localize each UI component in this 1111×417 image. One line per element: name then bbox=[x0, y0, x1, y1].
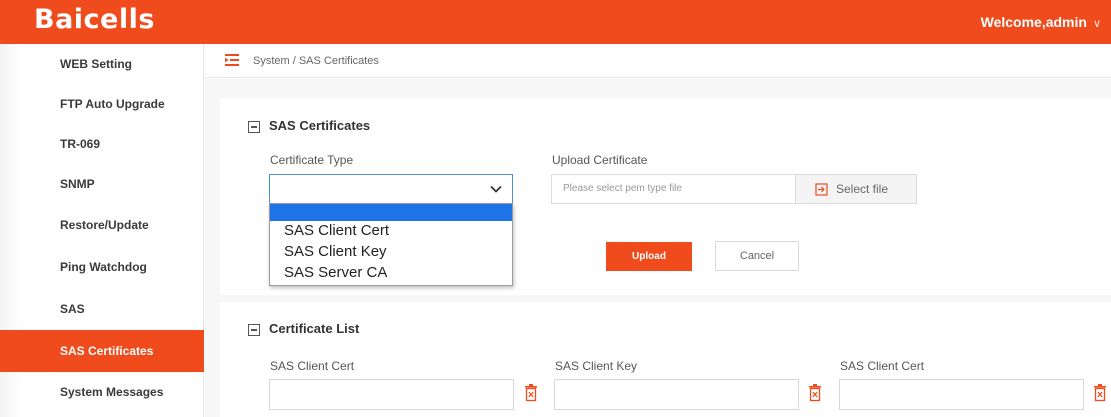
certificate-type-dropdown: SAS Client Cert SAS Client Key SAS Serve… bbox=[269, 203, 513, 286]
collapse-icon[interactable] bbox=[248, 324, 260, 336]
sidebar-item-sas-certificates[interactable]: SAS Certificates bbox=[0, 330, 204, 372]
section-title-sas-certificates: SAS Certificates bbox=[269, 118, 371, 133]
sidebar-item-web-setting[interactable]: WEB Setting bbox=[0, 44, 204, 84]
cert-field-sas-client-key bbox=[554, 379, 799, 410]
sidebar-item-ping-watchdog[interactable]: Ping Watchdog bbox=[0, 247, 204, 287]
certificate-type-select[interactable] bbox=[269, 174, 513, 204]
dropdown-option-sas-client-cert[interactable]: SAS Client Cert bbox=[284, 222, 389, 239]
column-label-sas-client-cert: SAS Client Cert bbox=[270, 359, 355, 373]
cancel-button[interactable]: Cancel bbox=[715, 241, 799, 271]
collapse-icon[interactable] bbox=[248, 121, 260, 133]
sidebar-item-ftp-auto-upgrade[interactable]: FTP Auto Upgrade bbox=[0, 84, 204, 124]
section-title-certificate-list: Certificate List bbox=[269, 321, 360, 336]
menu-icon[interactable] bbox=[225, 54, 239, 66]
breadcrumb: System / SAS Certificates bbox=[253, 55, 379, 67]
upload-button[interactable]: Upload bbox=[606, 242, 692, 271]
file-import-icon bbox=[815, 183, 828, 196]
user-menu[interactable]: Welcome,admin ∨ bbox=[981, 14, 1101, 30]
sidebar-item-tr-069[interactable]: TR-069 bbox=[0, 124, 204, 164]
welcome-text: Welcome,admin bbox=[980, 14, 1087, 30]
chevron-down-icon bbox=[490, 185, 502, 193]
sidebar-item-snmp[interactable]: SNMP bbox=[0, 164, 204, 204]
dropdown-option-sas-server-ca[interactable]: SAS Server CA bbox=[284, 264, 387, 281]
sidebar-item-restore-update[interactable]: Restore/Update bbox=[0, 205, 204, 245]
select-file-button[interactable]: Select file bbox=[795, 174, 917, 204]
trash-icon[interactable] bbox=[808, 384, 822, 402]
column-label-sas-client-key: SAS Client Key bbox=[555, 359, 638, 373]
certificate-type-label: Certificate Type bbox=[270, 153, 354, 167]
cert-field-sas-client-cert bbox=[269, 379, 514, 410]
breadcrumb-bar: System / SAS Certificates bbox=[205, 44, 1111, 78]
cert-field-sas-client-cert-2 bbox=[839, 379, 1084, 410]
logo: Baicells bbox=[34, 4, 155, 35]
top-bar: Baicells Welcome,admin ∨ bbox=[0, 0, 1111, 44]
sidebar-item-system-messages[interactable]: System Messages bbox=[0, 372, 204, 412]
upload-certificate-label: Upload Certificate bbox=[552, 153, 648, 167]
dropdown-highlight[interactable] bbox=[270, 204, 512, 221]
certificate-file-input[interactable]: Please select pem type file bbox=[551, 174, 796, 204]
trash-icon[interactable] bbox=[1093, 384, 1107, 402]
column-label-sas-client-cert-2: SAS Client Cert bbox=[840, 359, 925, 373]
sidebar-item-sas[interactable]: SAS bbox=[0, 289, 204, 329]
dropdown-option-sas-client-key[interactable]: SAS Client Key bbox=[284, 243, 387, 260]
chevron-down-icon: ∨ bbox=[1092, 18, 1101, 30]
trash-icon[interactable] bbox=[524, 384, 538, 402]
select-file-label: Select file bbox=[836, 182, 889, 196]
